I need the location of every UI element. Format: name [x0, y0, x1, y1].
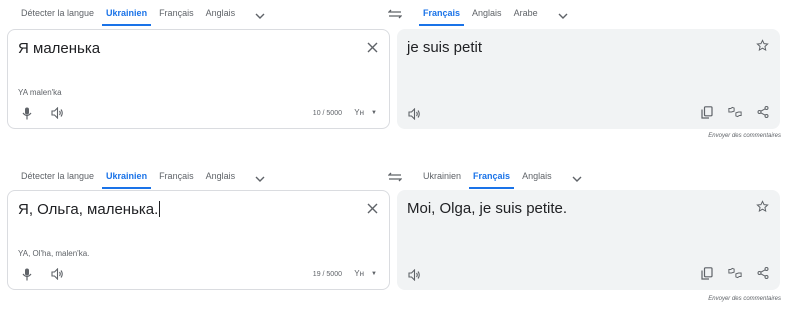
source-language-bar: Détecter la langue Ukrainien Français An…	[17, 169, 267, 189]
source-lang-french[interactable]: Français	[155, 169, 198, 189]
caret-down-icon: ▼	[371, 109, 377, 116]
chevron-down-icon[interactable]	[253, 172, 267, 186]
send-feedback-link[interactable]: Envoyer des commentaires	[708, 133, 781, 139]
translation-tools	[686, 266, 770, 280]
translation-area: je suis petit	[397, 29, 780, 129]
chevron-down-icon[interactable]	[253, 9, 267, 23]
transliteration: YA malen'ka	[18, 88, 62, 97]
translator-panel-2: Détecter la langue Ukrainien Français An…	[0, 163, 800, 309]
input-tools-button[interactable]: Yн ▼	[354, 108, 377, 117]
close-icon[interactable]	[365, 40, 379, 54]
speaker-icon[interactable]	[407, 268, 421, 282]
thumbs-rating-icon[interactable]	[728, 266, 742, 280]
target-lang-ukrainian[interactable]: Ukrainien	[419, 169, 465, 189]
target-lang-arabic[interactable]: Arabe	[510, 6, 542, 26]
source-text-area[interactable]: Я, Ольга, маленька. YA, Ol'ha, malen'ka.…	[7, 190, 390, 290]
source-text-area[interactable]: Я маленька YA malen'ka 10 / 5000 Yн ▼	[7, 29, 390, 129]
source-lang-english[interactable]: Anglais	[202, 169, 240, 189]
source-tools	[20, 106, 80, 120]
character-counter: 19 / 5000	[312, 271, 342, 278]
chevron-down-icon[interactable]	[570, 172, 584, 186]
translation-tools	[686, 105, 770, 119]
caret-down-icon: ▼	[371, 270, 377, 277]
speaker-icon[interactable]	[50, 267, 64, 281]
target-lang-french[interactable]: Français	[419, 6, 465, 26]
star-outline-icon[interactable]	[756, 200, 770, 214]
text-caret	[159, 201, 161, 217]
swap-languages-icon[interactable]	[387, 7, 403, 21]
target-lang-french[interactable]: Français	[469, 169, 515, 189]
target-lang-english[interactable]: Anglais	[518, 169, 556, 189]
send-feedback-link[interactable]: Envoyer des commentaires	[708, 296, 781, 302]
copy-icon[interactable]	[700, 266, 714, 280]
translator-panel-1: Détecter la langue Ukrainien Français An…	[0, 0, 800, 150]
star-outline-icon[interactable]	[756, 39, 770, 53]
copy-icon[interactable]	[700, 105, 714, 119]
character-counter: 10 / 5000	[312, 110, 342, 117]
translation-area: Moi, Olga, je suis petite.	[397, 190, 780, 290]
share-icon[interactable]	[756, 105, 770, 119]
microphone-icon[interactable]	[20, 267, 34, 281]
source-lang-detect[interactable]: Détecter la langue	[17, 6, 98, 26]
thumbs-rating-icon[interactable]	[728, 105, 742, 119]
source-lang-ukrainian[interactable]: Ukrainien	[102, 169, 152, 189]
input-tools-button[interactable]: Yн ▼	[354, 269, 377, 278]
target-lang-english[interactable]: Anglais	[468, 6, 506, 26]
input-method-label: Yн	[354, 269, 365, 278]
microphone-icon[interactable]	[20, 106, 34, 120]
source-lang-english[interactable]: Anglais	[202, 6, 240, 26]
source-lang-ukrainian[interactable]: Ukrainien	[102, 6, 152, 26]
target-language-bar: Ukrainien Français Anglais	[419, 169, 584, 189]
target-language-bar: Français Anglais Arabe	[419, 6, 570, 26]
speaker-icon[interactable]	[50, 106, 64, 120]
source-text-input[interactable]: Я, Ольга, маленька.	[18, 201, 161, 218]
translation-text: Moi, Olga, je suis petite.	[407, 200, 568, 217]
input-method-label: Yн	[354, 108, 365, 117]
transliteration: YA, Ol'ha, malen'ka.	[18, 249, 90, 258]
source-lang-french[interactable]: Français	[155, 6, 198, 26]
source-text: Я, Ольга, маленька.	[18, 201, 159, 218]
chevron-down-icon[interactable]	[556, 9, 570, 23]
source-lang-detect[interactable]: Détecter la langue	[17, 169, 98, 189]
swap-languages-icon[interactable]	[387, 170, 403, 184]
speaker-icon[interactable]	[407, 107, 421, 121]
source-language-bar: Détecter la langue Ukrainien Français An…	[17, 6, 267, 26]
close-icon[interactable]	[365, 201, 379, 215]
share-icon[interactable]	[756, 266, 770, 280]
source-tools	[20, 267, 80, 281]
translation-text: je suis petit	[407, 39, 483, 56]
source-text[interactable]: Я маленька	[18, 40, 100, 57]
